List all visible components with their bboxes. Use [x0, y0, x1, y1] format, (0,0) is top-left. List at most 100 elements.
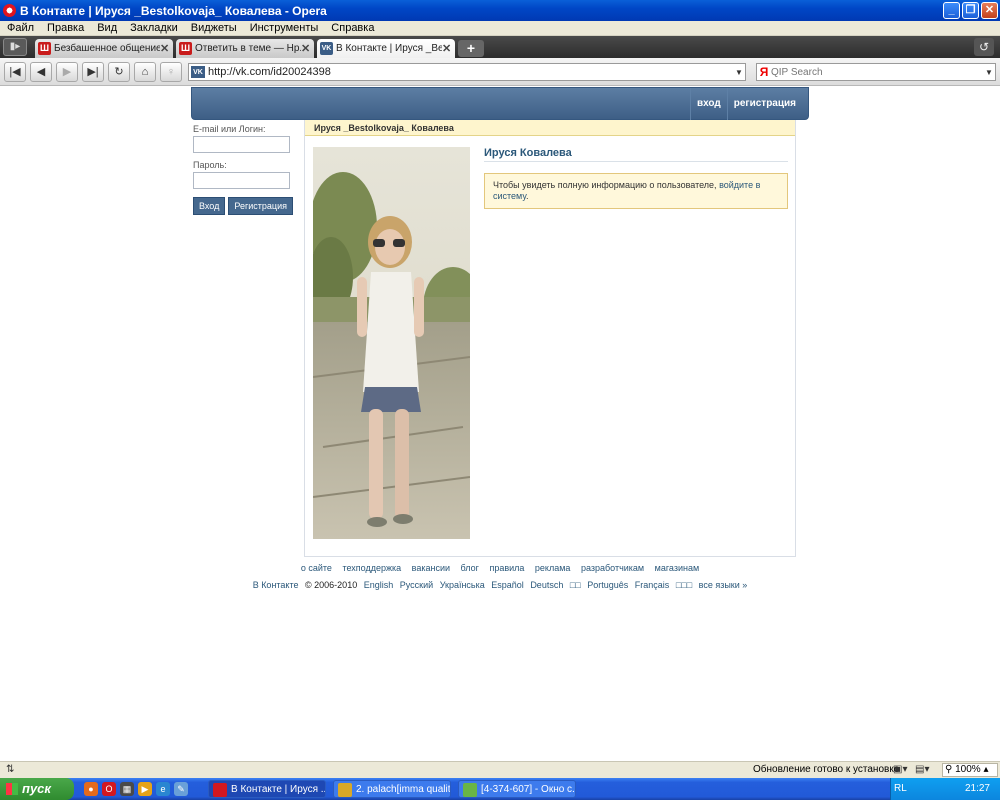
minimize-button[interactable]: _: [943, 2, 960, 19]
clock: 21:27: [964, 783, 990, 794]
lang-russian[interactable]: Русский: [400, 580, 433, 590]
profile-title-bar: Ируся _Bestolkovaja_ Ковалева: [305, 120, 795, 136]
password-field[interactable]: [193, 172, 290, 189]
network-icon[interactable]: ⇅: [6, 764, 14, 775]
profile-panel: Ируся _Bestolkovaja_ Ковалева Ируся Кова…: [304, 120, 796, 557]
login-button[interactable]: Вход: [193, 197, 226, 215]
tab-1[interactable]: Ш Безбашенное общение ... ✕: [35, 39, 173, 58]
close-tab-icon[interactable]: ✕: [301, 42, 311, 55]
home-icon[interactable]: ⌂: [134, 61, 156, 82]
lang-all-languages[interactable]: все языки »: [699, 580, 748, 590]
start-button[interactable]: пуск: [0, 778, 74, 800]
lang-french[interactable]: Français: [635, 580, 670, 590]
register-button[interactable]: Регистрация: [228, 197, 293, 215]
zoom-icon: ⚲: [945, 764, 956, 775]
forward-icon[interactable]: ▶: [56, 61, 78, 82]
footer-link-blog[interactable]: блог: [461, 563, 479, 573]
red-site-icon: Ш: [38, 42, 51, 55]
task-opera-vk[interactable]: В Контакте | Ируся ...: [208, 780, 326, 798]
tab-label: В Контакте | Ируся _Ве...: [336, 43, 442, 54]
tab-label: Ответить в теме — Нр...: [195, 43, 301, 54]
profile-name: Ируся Ковалева: [484, 147, 788, 162]
taskbar: пуск ● O ▦ ▶ e ✎ В Контакте | Ируся ... …: [0, 778, 1000, 800]
footer-brand-link[interactable]: В Контакте: [253, 580, 299, 590]
navigation-bar: |◀ ◀ ▶ ▶| ↻ ⌂ ♀ VK http://vk.com/id20024…: [0, 58, 1000, 86]
lang-unknown-2[interactable]: □□□: [676, 580, 692, 590]
lang-english[interactable]: English: [364, 580, 394, 590]
menu-bookmarks[interactable]: Закладки: [123, 22, 184, 34]
notice-text: Чтобы увидеть полную информацию о пользо…: [493, 180, 720, 190]
panel-toggle-button[interactable]: ▮▸: [3, 38, 27, 56]
web-page: вход регистрация E-mail или Логин: Парол…: [0, 87, 1000, 761]
address-bar[interactable]: VK http://vk.com/id20024398 ▼: [188, 63, 746, 81]
lang-german[interactable]: Deutsch: [530, 580, 563, 590]
menu-tools[interactable]: Инструменты: [243, 22, 325, 34]
player-icon[interactable]: ▶: [138, 782, 152, 796]
search-input[interactable]: [771, 66, 985, 78]
footer-link-shops[interactable]: магазинам: [655, 563, 700, 573]
footer-link-rules[interactable]: правила: [489, 563, 524, 573]
trash-icon[interactable]: ↺: [974, 38, 994, 56]
view-icon[interactable]: ▤▾: [915, 764, 929, 775]
qip-icon: [463, 783, 477, 797]
lang-spanish[interactable]: Español: [491, 580, 524, 590]
login-form: E-mail или Логин: Пароль: Вход Регистрац…: [193, 124, 303, 215]
wand-icon[interactable]: ♀: [160, 61, 182, 82]
footer-link-about[interactable]: о сайте: [301, 563, 332, 573]
app-icon: [338, 783, 352, 797]
tab-bar: ▮▸ Ш Безбашенное общение ... ✕ Ш Ответит…: [0, 36, 1000, 58]
footer-link-ads[interactable]: реклама: [535, 563, 571, 573]
menu-widgets[interactable]: Виджеты: [184, 22, 243, 34]
reload-icon[interactable]: ↻: [108, 61, 130, 82]
start-label: пуск: [22, 781, 51, 796]
header-register-link[interactable]: регистрация: [726, 88, 802, 120]
tab-2[interactable]: Ш Ответить в теме — Нр... ✕: [176, 39, 314, 58]
close-window-button[interactable]: ✕: [981, 2, 998, 19]
lang-unknown-1[interactable]: □□: [570, 580, 581, 590]
login-notice: Чтобы увидеть полную информацию о пользо…: [484, 173, 788, 209]
email-field[interactable]: [193, 136, 290, 153]
update-icon[interactable]: ▣▾: [893, 764, 907, 775]
vk-footer: о сайте техподдержка вакансии блог прави…: [0, 563, 1000, 590]
new-tab-button[interactable]: +: [458, 40, 484, 57]
lang-portuguese[interactable]: Português: [587, 580, 628, 590]
language-indicator[interactable]: RL: [894, 783, 907, 794]
menu-view[interactable]: Вид: [90, 22, 123, 34]
yandex-icon[interactable]: Я: [757, 65, 771, 79]
lang-ukrainian[interactable]: Українська: [440, 580, 485, 590]
menu-help[interactable]: Справка: [324, 22, 380, 34]
status-bar: ⇅ Обновление готово к установке ▣▾ ▤▾ ⚲ …: [0, 761, 1000, 778]
tool-icon[interactable]: ✎: [174, 782, 188, 796]
opera-icon[interactable]: O: [102, 782, 116, 796]
back-icon[interactable]: ◀: [30, 61, 52, 82]
menu-file[interactable]: Файл: [0, 22, 40, 34]
close-tab-icon[interactable]: ✕: [160, 42, 170, 55]
zoom-level: 100%: [955, 764, 981, 775]
close-tab-icon[interactable]: ✕: [442, 42, 452, 55]
url-text[interactable]: http://vk.com/id20024398: [208, 66, 735, 78]
profile-photo[interactable]: [313, 147, 470, 539]
task-palach[interactable]: 2. palach[imma qualit...: [333, 780, 451, 798]
footer-link-jobs[interactable]: вакансии: [412, 563, 450, 573]
footer-languages: В Контакте © 2006-2010 English Русский У…: [0, 580, 1000, 590]
search-box[interactable]: Я ▼: [756, 63, 996, 81]
chevron-down-icon[interactable]: ▼: [735, 68, 745, 77]
task-chat-window[interactable]: [4-374-607] - Окно с...: [458, 780, 576, 798]
header-login-link[interactable]: вход: [689, 88, 727, 120]
ie-icon[interactable]: e: [156, 782, 170, 796]
chevron-down-icon[interactable]: ▼: [985, 68, 995, 77]
fast-forward-icon[interactable]: ▶|: [82, 61, 104, 82]
footer-link-support[interactable]: техподдержка: [342, 563, 401, 573]
menu-edit[interactable]: Правка: [40, 22, 90, 34]
footer-copyright: © 2006-2010: [305, 580, 358, 590]
rewind-icon[interactable]: |◀: [4, 61, 26, 82]
task-label: 2. palach[imma qualit...: [356, 784, 451, 795]
firefox-icon[interactable]: ●: [84, 782, 98, 796]
status-text: Обновление готово к установке: [753, 764, 900, 775]
tab-3[interactable]: VK В Контакте | Ируся _Ве... ✕: [317, 39, 455, 58]
windows-logo-icon: [6, 783, 18, 795]
zoom-control[interactable]: ⚲ 100% ▴: [942, 763, 998, 777]
footer-link-developers[interactable]: разработчикам: [581, 563, 644, 573]
media-icon[interactable]: ▦: [120, 782, 134, 796]
restore-button[interactable]: ❐: [962, 2, 979, 19]
